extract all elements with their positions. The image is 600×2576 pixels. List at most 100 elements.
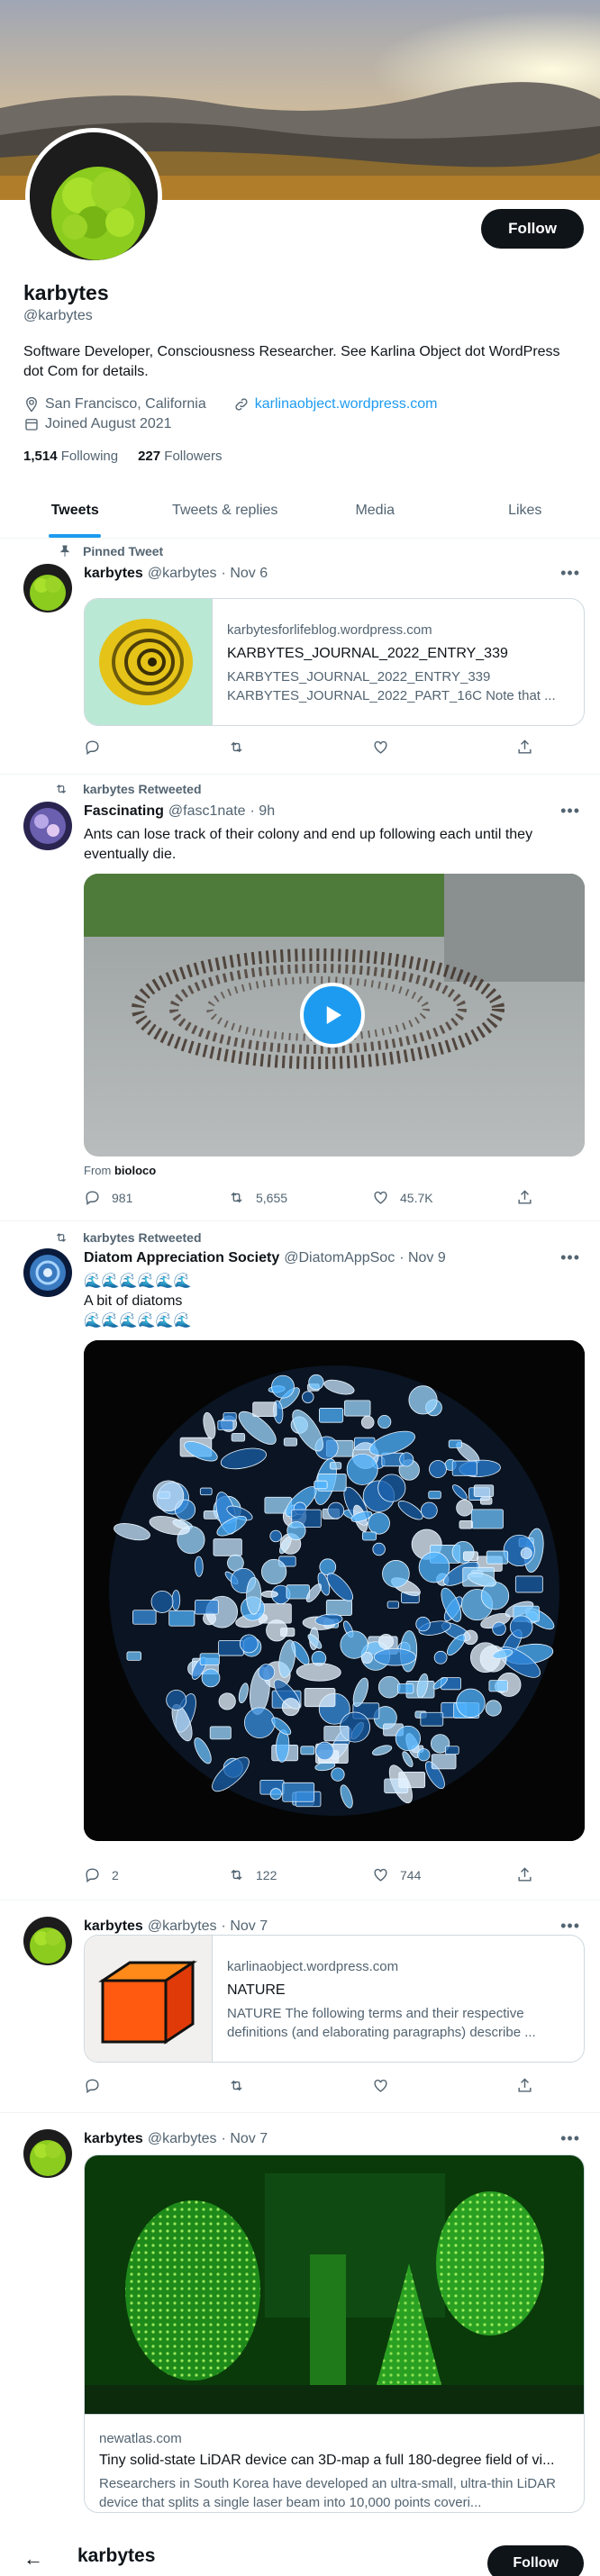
heart-icon — [374, 740, 387, 754]
profile-website-link[interactable]: karlinaobject.wordpress.com — [255, 396, 438, 413]
tweet-timestamp[interactable]: · Nov 6 — [222, 566, 268, 582]
following-link[interactable]: 1,514 Following — [23, 449, 118, 464]
more-options-icon[interactable]: ••• — [560, 1917, 580, 1936]
calendar-icon — [25, 419, 38, 431]
tweet-avatar[interactable] — [23, 1248, 72, 1297]
card-domain: karlinaobject.wordpress.com — [227, 1959, 399, 1974]
tweet-avatar[interactable] — [23, 1917, 72, 1965]
profile-name: karbytes — [23, 281, 109, 304]
reply-button[interactable] — [84, 739, 183, 756]
tab-tweets-replies[interactable]: Tweets & replies — [150, 483, 301, 538]
sticky-follow-button[interactable]: Follow — [487, 2545, 584, 2576]
card-title: Tiny solid-state LiDAR device can 3D-map… — [99, 2453, 555, 2468]
profile-tabs: Tweets Tweets & replies Media Likes — [0, 483, 600, 539]
share-button[interactable] — [516, 1866, 534, 1883]
tweet-author-handle[interactable]: @karbytes — [148, 2131, 217, 2147]
heart-icon — [374, 1191, 387, 1204]
tweet-image[interactable] — [84, 1340, 585, 1841]
tweet-timestamp[interactable]: · Nov 7 — [222, 1918, 268, 1935]
profile-meta-row: San Francisco, California karlinaobject.… — [23, 396, 438, 413]
tweet-author-handle[interactable]: @DiatomAppSoc — [284, 1250, 395, 1266]
tweet-text: Ants can lose track of their colony and … — [84, 827, 533, 862]
tweet-retweet-ants[interactable]: karbytes Retweeted Fascinating @fasc1nat… — [0, 775, 600, 1221]
tweet-author-handle[interactable]: @karbytes — [148, 566, 217, 582]
like-button[interactable]: 45.7K — [372, 1189, 471, 1206]
link-card-large[interactable]: newatlas.com Tiny solid-state LiDAR devi… — [84, 2154, 585, 2513]
retweet-icon — [231, 1869, 242, 1881]
tab-likes[interactable]: Likes — [450, 483, 600, 538]
retweet-button[interactable]: 122 — [228, 1866, 327, 1883]
tweet-author-name[interactable]: karbytes — [84, 1918, 143, 1935]
more-options-icon[interactable]: ••• — [560, 802, 580, 821]
retweet-button[interactable] — [228, 2077, 327, 2094]
tweet-context: Pinned Tweet — [54, 544, 163, 558]
reply-icon — [86, 740, 99, 756]
tweet-avatar[interactable] — [23, 564, 72, 612]
tab-media[interactable]: Media — [300, 483, 450, 538]
tweet-context: karbytes Retweeted — [54, 782, 202, 796]
tweet-nature[interactable]: karbytes @karbytes · Nov 7 ••• karlinaob… — [0, 1900, 600, 2113]
sticky-profile-bar: ← karbytes Follow — [0, 2540, 600, 2576]
share-button[interactable] — [516, 2077, 534, 2094]
retweet-icon — [231, 2080, 242, 2091]
like-button[interactable] — [372, 2077, 471, 2094]
share-button[interactable] — [516, 1189, 534, 1206]
heart-icon — [374, 1868, 387, 1882]
play-icon — [326, 1006, 341, 1024]
tweet-author-name[interactable]: karbytes — [84, 2131, 143, 2147]
tweet-video[interactable] — [84, 874, 585, 1156]
reply-icon — [86, 2079, 99, 2094]
tweet-context: karbytes Retweeted — [54, 1230, 202, 1245]
link-card[interactable]: karbytesforlifeblog.wordpress.com KARBYT… — [84, 598, 585, 726]
more-options-icon[interactable]: ••• — [560, 1248, 580, 1267]
reply-button[interactable]: 2 — [84, 1866, 183, 1883]
like-button[interactable]: 744 — [372, 1866, 471, 1883]
follow-button[interactable]: Follow — [481, 209, 584, 249]
profile-bio: Software Developer, Consciousness Resear… — [23, 344, 560, 379]
tweet-author-handle[interactable]: @karbytes — [148, 1918, 217, 1935]
profile-avatar[interactable] — [25, 128, 162, 265]
tweet-retweet-diatoms[interactable]: karbytes Retweeted Diatom Appreciation S… — [0, 1221, 600, 1900]
tab-tweets[interactable]: Tweets — [0, 483, 150, 538]
video-source-link[interactable]: bioloco — [114, 1164, 156, 1177]
retweet-button[interactable]: 5,655 — [228, 1189, 327, 1206]
card-title: KARBYTES_JOURNAL_2022_ENTRY_339 — [227, 646, 508, 661]
tweet-text: 🌊🌊🌊🌊🌊🌊 A bit of diatoms 🌊🌊🌊🌊🌊🌊 — [84, 1274, 192, 1329]
play-button[interactable] — [300, 983, 365, 1048]
tweet-timestamp[interactable]: · 9h — [250, 803, 276, 820]
more-options-icon[interactable]: ••• — [560, 2129, 580, 2148]
profile-joined-row: Joined August 2021 — [23, 416, 172, 432]
video-source: From bioloco — [84, 1164, 157, 1177]
tweet-actions — [84, 2077, 534, 2094]
card-thumbnail — [85, 1936, 213, 2062]
followers-link[interactable]: 227 Followers — [138, 449, 222, 464]
share-icon — [518, 1190, 532, 1204]
tweet-author-name[interactable]: Diatom Appreciation Society — [84, 1250, 279, 1266]
share-button[interactable] — [516, 739, 534, 756]
back-arrow-icon[interactable]: ← — [23, 2547, 43, 2571]
retweet-icon — [231, 741, 242, 753]
tweet-timestamp[interactable]: · Nov 7 — [222, 2131, 268, 2147]
card-thumbnail — [85, 599, 213, 725]
card-image — [85, 2155, 584, 2415]
tweet-author-handle[interactable]: @fasc1nate — [168, 803, 246, 820]
tweet-author-name[interactable]: Fascinating — [84, 803, 164, 820]
tweet-avatar[interactable] — [23, 802, 72, 850]
tweet-pinned[interactable]: Pinned Tweet karbytes @karbytes · Nov 6 … — [0, 539, 600, 775]
retweet-icon — [56, 1233, 67, 1242]
like-button[interactable] — [372, 739, 471, 756]
tweet-author-name[interactable]: karbytes — [84, 566, 143, 582]
reply-button[interactable]: 981 — [84, 1189, 183, 1206]
tweet-lidar[interactable]: karbytes @karbytes · Nov 7 ••• newatlas.… — [0, 2113, 600, 2576]
retweet-button[interactable] — [228, 739, 327, 756]
tweet-avatar[interactable] — [23, 2129, 72, 2178]
share-icon — [518, 1867, 532, 1882]
reply-button[interactable] — [84, 2077, 183, 2094]
tweet-header: karbytes @karbytes · Nov 7 — [84, 1918, 268, 1935]
sticky-profile-name: karbytes — [77, 2545, 156, 2566]
link-card[interactable]: karlinaobject.wordpress.com NATURE NATUR… — [84, 1935, 585, 2063]
card-description: KARBYTES_JOURNAL_2022_ENTRY_339 KARBYTES… — [227, 669, 556, 703]
reply-icon — [86, 1191, 99, 1206]
more-options-icon[interactable]: ••• — [560, 564, 580, 583]
tweet-timestamp[interactable]: · Nov 9 — [399, 1250, 446, 1266]
